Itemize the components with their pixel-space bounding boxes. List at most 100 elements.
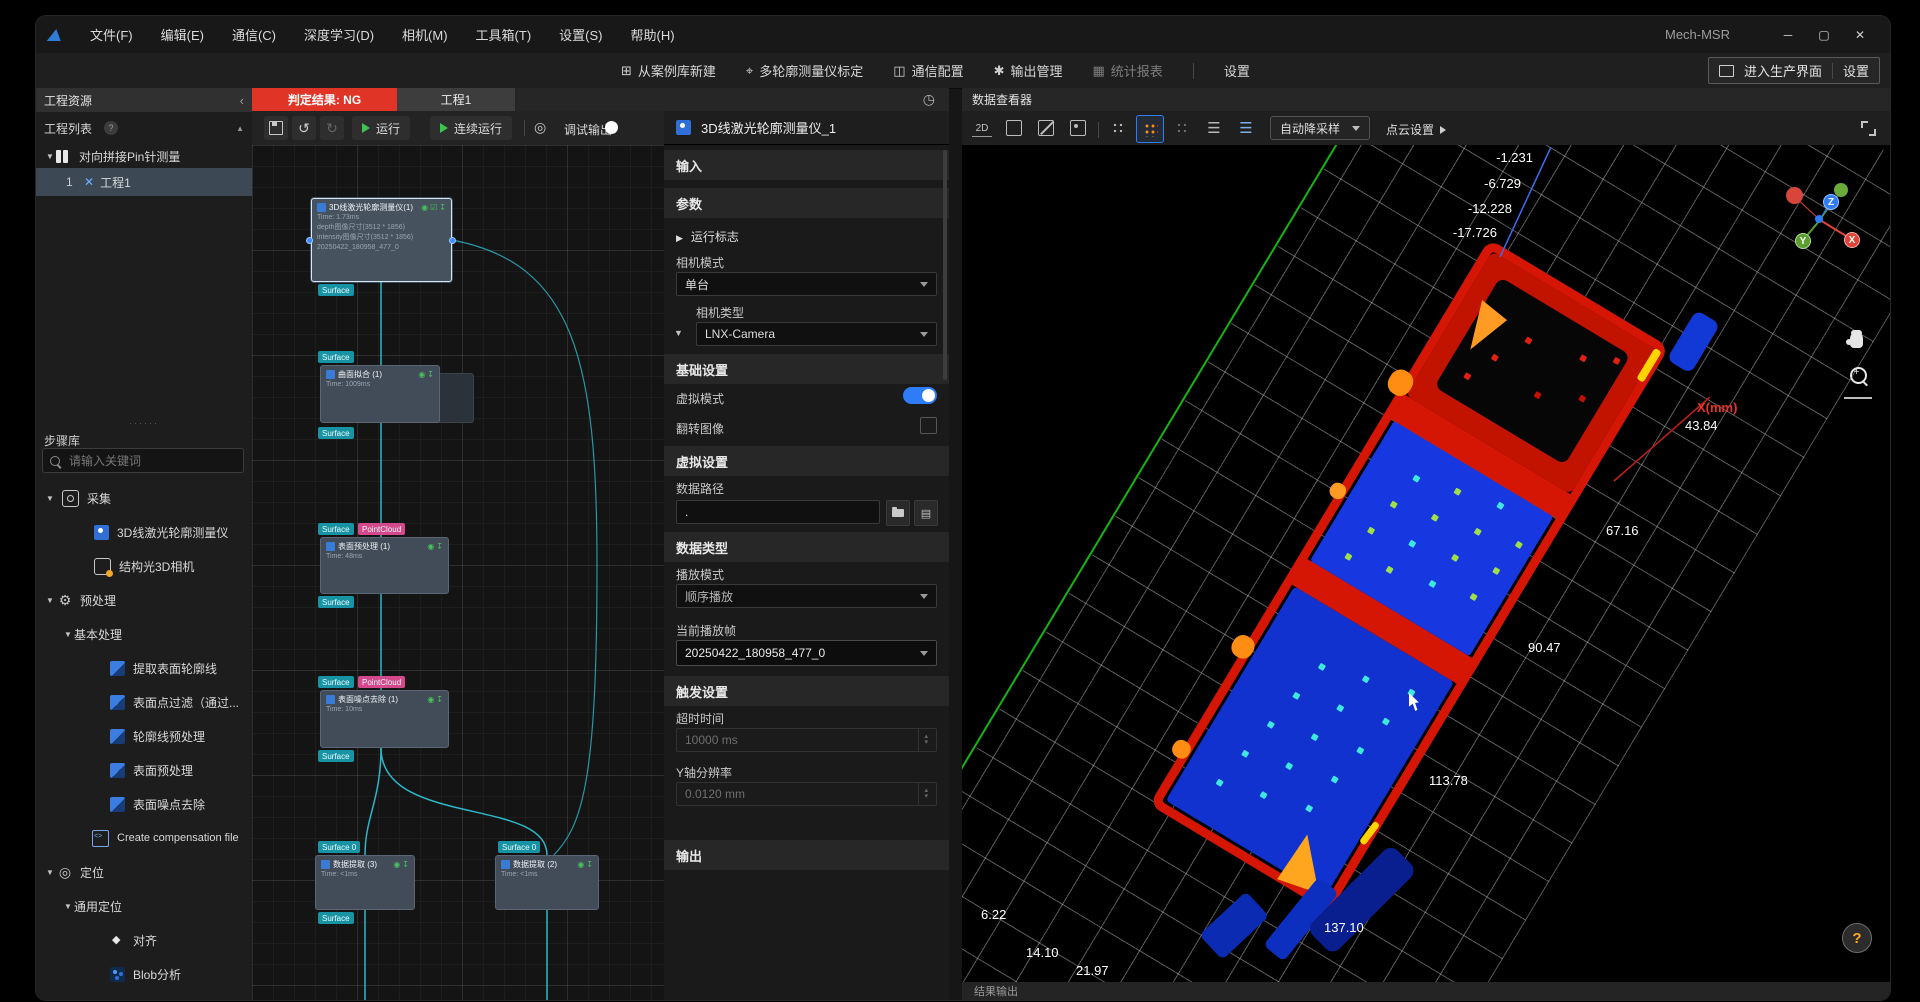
graph-canvas[interactable]: 3D线激光轮廓测量仪(1) ◉☑↧ Time: 1.73ms depth图像尺寸… — [252, 145, 664, 1000]
menu-edit[interactable]: 编辑(E) — [147, 16, 218, 53]
virtual-settings-bar[interactable]: 虚拟设置 — [664, 446, 949, 476]
pointcloud-settings-button[interactable]: 点云设置 — [1386, 121, 1446, 138]
image-view-icon[interactable] — [1068, 118, 1088, 138]
run-button[interactable]: 运行 — [352, 116, 410, 140]
menu-help[interactable]: 帮助(H) — [617, 16, 689, 53]
param-scrollbar[interactable] — [943, 150, 947, 380]
node-data-extract-3[interactable]: 数据提取 (3) ◉↧ Time: <1ms — [315, 855, 415, 910]
project-list-collapse-icon[interactable]: ▲ — [236, 124, 244, 133]
enter-production-button[interactable]: 进入生产界面 — [1744, 61, 1822, 80]
camera-mode-select[interactable]: 单台 — [676, 272, 937, 296]
result-output-tab[interactable]: 结果输出 — [962, 982, 1890, 1000]
collapse-icon[interactable]: ▼ — [674, 328, 683, 338]
comm-config-button[interactable]: ◫通信配置 — [893, 61, 963, 80]
play-mode-select[interactable]: 顺序播放 — [676, 584, 937, 608]
stats-report-button[interactable]: ▦统计报表 — [1093, 61, 1163, 80]
redo-button[interactable]: ↻ — [320, 116, 344, 140]
expand-icon[interactable]: ▼ — [62, 902, 74, 911]
expand-icon[interactable]: ▼ — [62, 630, 74, 639]
minimize-button[interactable]: ─ — [1770, 22, 1806, 48]
expand-icon[interactable]: ▼ — [44, 494, 56, 503]
save-button[interactable] — [264, 116, 288, 140]
gizmo-neg-x-ball[interactable] — [1786, 187, 1803, 204]
node-data-extract-2[interactable]: 数据提取 (2) ◉↧ Time: <1ms — [495, 855, 599, 910]
virtual-mode-toggle[interactable] — [903, 387, 937, 404]
y-resolution-input[interactable]: 0.0120 mm ▴▾ — [676, 782, 937, 806]
path-history-button[interactable]: ▤ — [914, 500, 938, 526]
data-path-input[interactable]: . — [676, 500, 880, 524]
pointcloud-canvas[interactable]: -1.231 -6.729 -12.228 -17.726 X(mm) 43.8… — [962, 145, 1890, 982]
toolbar-settings-button[interactable]: 设置 — [1224, 61, 1250, 80]
menu-toolbox[interactable]: 工具箱(T) — [462, 16, 546, 53]
history-chart-icon[interactable]: ◷ — [923, 91, 935, 108]
tree-item-blob[interactable]: Blob分析 — [36, 960, 252, 988]
fullscreen-icon[interactable] — [1858, 118, 1878, 138]
menu-settings[interactable]: 设置(S) — [545, 16, 616, 53]
tree-item-profile-preprocess[interactable]: 轮廓线预处理 — [36, 722, 252, 750]
tree-item-extract-profile[interactable]: 提取表面轮廓线 — [36, 654, 252, 682]
undo-button[interactable]: ↺ — [292, 116, 316, 140]
node-surface-preprocess[interactable]: 表面预处理 (1) ◉↧ Time: 48ms — [320, 537, 449, 594]
project-tab[interactable]: 工程1 — [397, 88, 515, 111]
tree-item-point-filter[interactable]: 表面点过滤（通过... — [36, 688, 252, 716]
menu-file[interactable]: 文件(F) — [76, 16, 147, 53]
node-input-port[interactable] — [306, 237, 313, 244]
tree-item-laser-profiler[interactable]: 3D线激光轮廓测量仪 — [36, 518, 252, 546]
layers-color-icon[interactable]: ☰ — [1236, 118, 1256, 138]
output-management-button[interactable]: ✱输出管理 — [994, 61, 1063, 80]
project-item-row[interactable]: 1 ✕ 工程1 — [36, 168, 252, 196]
browse-folder-button[interactable] — [886, 500, 910, 526]
downsample-dropdown[interactable]: 自动降采样 — [1270, 116, 1370, 140]
input-section-bar[interactable]: 输入 — [664, 150, 949, 180]
pointcloud-dim-icon[interactable] — [1172, 118, 1192, 138]
project-group-row[interactable]: ▼ 对向拼接Pin针测量 — [36, 142, 252, 170]
production-settings-button[interactable]: 设置 — [1843, 61, 1869, 80]
timeout-input[interactable]: 10000 ms ▴▾ — [676, 728, 937, 752]
run-continuous-button[interactable]: 连续运行 — [430, 116, 512, 140]
tree-item-align[interactable]: 对齐 — [36, 926, 252, 954]
tree-item-capture[interactable]: ▼ 采集 — [36, 484, 252, 512]
node-output-port[interactable] — [449, 237, 456, 244]
projection-2d-icon[interactable]: 2D — [972, 120, 992, 137]
judge-result-tab[interactable]: 判定结果: NG — [252, 88, 397, 111]
tree-item-preprocess[interactable]: ▼ ⚙ 预处理 — [36, 586, 252, 614]
tree-item-compensation-file[interactable]: Create compensation file — [36, 824, 252, 852]
expand-icon[interactable]: ▼ — [44, 868, 56, 877]
node-surface-fitting[interactable]: 曲面拟合 (1) ◉↧ Time: 1009ms — [320, 365, 440, 423]
search-input[interactable] — [67, 453, 221, 469]
tree-item-general-locate[interactable]: ▼ 通用定位 — [36, 892, 252, 920]
param-section-bar[interactable]: 参数 — [664, 188, 949, 218]
profiler-calibration-button[interactable]: ⌖多轮廓测量仪标定 — [746, 61, 863, 80]
step-settings-icon[interactable]: ◎ — [534, 119, 546, 136]
expand-icon[interactable]: ▼ — [44, 596, 56, 605]
sidebar-collapse-icon[interactable]: ‹ — [240, 93, 244, 108]
tree-item-locate[interactable]: ▼ ◎ 定位 — [36, 858, 252, 886]
basic-settings-bar[interactable]: 基础设置 — [664, 354, 949, 384]
tree-item-surface-preprocess[interactable]: 表面预处理 — [36, 756, 252, 784]
maximize-button[interactable]: ▢ — [1806, 22, 1842, 48]
help-badge-icon[interactable]: ? — [104, 121, 118, 135]
group-expand-icon[interactable]: ▼ — [44, 152, 56, 161]
help-button[interactable]: ? — [1842, 923, 1872, 953]
camera-type-select[interactable]: LNX-Camera — [696, 322, 937, 346]
layers-icon[interactable]: ☰ — [1204, 118, 1224, 138]
tree-item-basic-process[interactable]: ▼ 基本处理 — [36, 620, 252, 648]
new-from-case-button[interactable]: ⊞从案例库新建 — [621, 61, 716, 80]
trigger-settings-bar[interactable]: 触发设置 — [664, 676, 949, 706]
tree-item-structured-light[interactable]: 结构光3D相机 — [36, 552, 252, 580]
node-denoise[interactable]: 表面噪点去除 (1) ◉↧ Time: 10ms — [320, 690, 449, 748]
tree-item-denoise[interactable]: 表面噪点去除 — [36, 790, 252, 818]
view-cube-icon[interactable] — [1004, 118, 1024, 138]
menu-camera[interactable]: 相机(M) — [388, 16, 462, 53]
menu-deep-learning[interactable]: 深度学习(D) — [290, 16, 388, 53]
node-laser-profiler[interactable]: 3D线激光轮廓测量仪(1) ◉☑↧ Time: 1.73ms depth图像尺寸… — [311, 198, 452, 282]
gizmo-x-ball[interactable]: X — [1844, 232, 1860, 248]
zoom-icon[interactable] — [1850, 367, 1867, 384]
pointcloud-gray-icon[interactable] — [1108, 118, 1128, 138]
gizmo-z-ball[interactable]: Z — [1823, 194, 1839, 210]
pointcloud-color-icon[interactable] — [1136, 115, 1164, 143]
menu-communication[interactable]: 通信(C) — [218, 16, 290, 53]
step-search-box[interactable] — [42, 448, 244, 473]
run-flag-row[interactable]: ▶运行标志 — [676, 228, 739, 245]
clip-region-icon[interactable] — [1036, 118, 1056, 138]
